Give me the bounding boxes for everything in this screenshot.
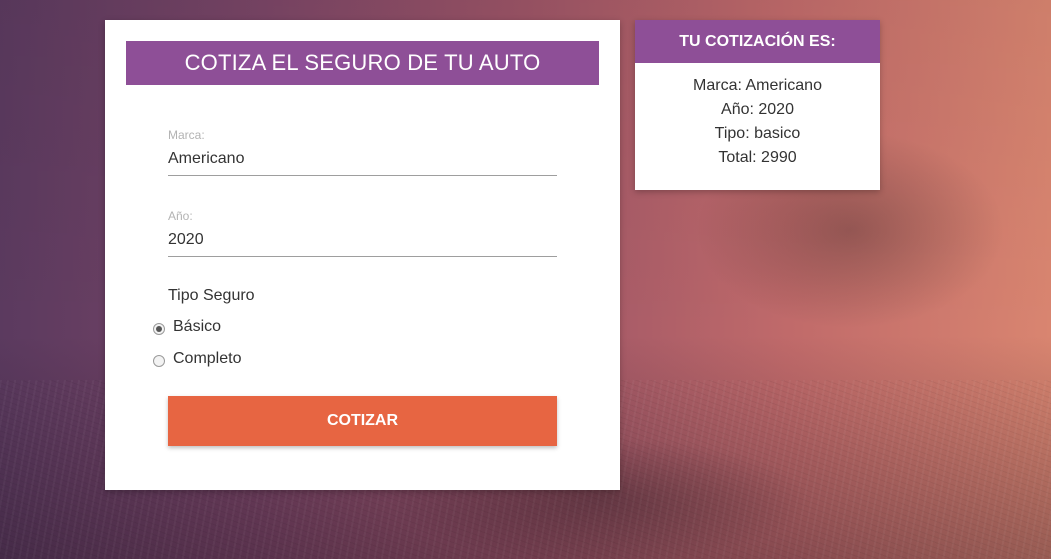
result-title: TU COTIZACIÓN ES: — [635, 20, 880, 63]
result-marca: Marca: Americano — [693, 77, 822, 94]
radio-completo-button[interactable] — [153, 354, 165, 367]
marca-field: Marca: — [168, 128, 557, 176]
anio-field: Año: — [168, 209, 557, 257]
quote-result-card: TU COTIZACIÓN ES: Marca: Americano Año: … — [635, 20, 880, 190]
marca-input[interactable] — [168, 144, 557, 176]
form-title: COTIZA EL SEGURO DE TU AUTO — [126, 41, 599, 85]
radio-completo-label: Completo — [173, 350, 242, 367]
radio-option-completo[interactable]: Completo — [153, 350, 241, 368]
anio-input[interactable] — [168, 225, 557, 257]
marca-label: Marca: — [168, 128, 205, 142]
result-total: Total: 2990 — [718, 149, 797, 166]
anio-label: Año: — [168, 209, 193, 223]
quote-form-card: COTIZA EL SEGURO DE TU AUTO Marca: Año: … — [105, 20, 620, 490]
result-body: Marca: Americano Año: 2020 Tipo: basico … — [635, 63, 880, 170]
result-anio: Año: 2020 — [721, 101, 794, 118]
result-tipo: Tipo: basico — [714, 125, 801, 142]
radio-basico-label: Básico — [173, 318, 222, 335]
radio-option-basico[interactable]: Básico — [153, 318, 221, 336]
cotizar-button[interactable]: COTIZAR — [168, 396, 557, 446]
tipo-seguro-label: Tipo Seguro — [168, 287, 255, 304]
radio-basico-button[interactable] — [153, 322, 165, 335]
